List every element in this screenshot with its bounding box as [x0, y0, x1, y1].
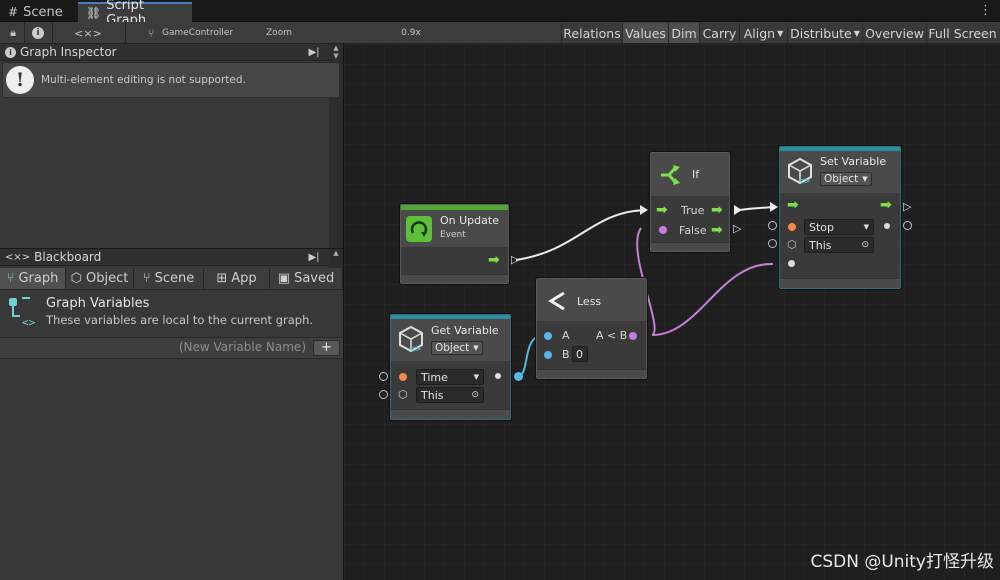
- variable-kind-value: Object: [435, 342, 470, 354]
- b-input-port[interactable]: [544, 351, 552, 359]
- target-external-port[interactable]: [768, 239, 777, 248]
- node-footer: [651, 242, 729, 251]
- svg-text:<>: <>: [409, 344, 421, 353]
- svg-text:<>: <>: [798, 176, 810, 185]
- object-picker-icon[interactable]: ⊙: [861, 240, 869, 250]
- output-label: A < B: [596, 329, 628, 342]
- node-footer: [537, 369, 646, 378]
- gameobject-icon: ⬡: [787, 238, 797, 251]
- flow-output-port[interactable]: ▷: [903, 200, 911, 213]
- value-output-port[interactable]: [884, 223, 890, 229]
- node-footer: [401, 274, 508, 283]
- b-label: B: [562, 348, 570, 361]
- value-connected-port[interactable]: [514, 372, 523, 381]
- name-external-port[interactable]: [768, 221, 777, 230]
- true-output-port-icon[interactable]: ➡: [711, 203, 723, 217]
- target-external-port[interactable]: [379, 390, 388, 399]
- if-node[interactable]: If ➡ True False ➡ ➡: [650, 152, 730, 252]
- node-subtitle: Event: [440, 230, 466, 240]
- variable-cube-icon: <>: [786, 157, 814, 187]
- value-external-port[interactable]: [903, 221, 912, 230]
- condition-input-port[interactable]: [659, 226, 667, 234]
- set-variable-node[interactable]: <> Set Variable Object ▼ ➡ ➡ Stop ▼ ⬡ This…: [779, 146, 901, 289]
- target-value: This: [421, 388, 444, 402]
- flow-arrowhead-if-to-set: [770, 202, 778, 212]
- variable-kind-value: Object: [824, 173, 859, 185]
- flow-input-port-icon[interactable]: ➡: [787, 198, 799, 212]
- b-value-field[interactable]: 0: [572, 346, 588, 362]
- name-external-port[interactable]: [379, 372, 388, 381]
- flow-output-port[interactable]: ▷: [511, 253, 519, 266]
- a-input-port[interactable]: [544, 332, 552, 340]
- name-input-port[interactable]: [399, 373, 407, 381]
- target-field[interactable]: This ⊙: [416, 387, 484, 403]
- false-output-port-icon[interactable]: ➡: [711, 223, 723, 237]
- variable-kind-dropdown[interactable]: Object ▼: [431, 341, 483, 355]
- dropdown-arrow-icon: ▼: [473, 344, 479, 352]
- flow-arrowhead-update-to-if: [640, 205, 648, 215]
- value-output-port[interactable]: [495, 373, 501, 379]
- node-footer: [391, 409, 510, 419]
- update-icon: [406, 216, 432, 242]
- less-than-icon: [546, 290, 568, 312]
- flow-connection-update-to-if: [515, 209, 647, 261]
- node-title: Less: [577, 295, 602, 308]
- value-input-port[interactable]: [788, 260, 795, 267]
- name-input-port[interactable]: [788, 223, 796, 231]
- true-output-port[interactable]: [734, 205, 742, 215]
- flow-input-port-icon[interactable]: ➡: [656, 203, 668, 217]
- variable-kind-dropdown[interactable]: Object ▼: [820, 172, 872, 186]
- watermark: CSDN @Unity打怪升级: [810, 552, 994, 572]
- node-title: Set Variable: [820, 155, 887, 168]
- node-title: On Update: [440, 214, 499, 227]
- target-value: This: [809, 238, 832, 252]
- branch-icon: [657, 163, 683, 187]
- variable-name-field[interactable]: Stop ▼: [804, 219, 874, 235]
- object-picker-icon[interactable]: ⊙: [471, 390, 479, 400]
- node-title: Get Variable: [431, 324, 499, 337]
- target-field[interactable]: This ⊙: [804, 237, 874, 253]
- true-label: True: [681, 204, 705, 217]
- dropdown-arrow-icon: ▼: [863, 223, 869, 231]
- node-title: If: [692, 168, 700, 181]
- graph-connections: [515, 202, 778, 377]
- variable-name-field[interactable]: Time ▼: [416, 369, 484, 385]
- node-footer: [780, 278, 900, 288]
- dropdown-arrow-icon: ▼: [473, 373, 479, 381]
- on-update-node[interactable]: On Update Event ➡: [400, 204, 509, 284]
- bool-connection-less-to-set: [651, 262, 774, 336]
- a-label: A: [562, 329, 570, 342]
- get-variable-node[interactable]: <> Get Variable Object ▼ Time ▼ ⬡ This ⊙: [390, 314, 511, 420]
- dropdown-arrow-icon: ▼: [862, 175, 868, 183]
- variable-cube-icon: <>: [397, 325, 425, 355]
- variable-name-value: Time: [421, 370, 448, 384]
- false-output-port[interactable]: ▷: [733, 222, 741, 235]
- gameobject-icon: ⬡: [398, 388, 408, 401]
- variable-name-value: Stop: [809, 220, 835, 234]
- result-output-port[interactable]: [629, 332, 637, 340]
- flow-output-port-icon[interactable]: ➡: [880, 198, 892, 212]
- less-node[interactable]: Less A A < B B 0: [536, 278, 647, 379]
- false-label: False: [679, 224, 707, 237]
- flow-output-port-icon[interactable]: ➡: [488, 253, 500, 267]
